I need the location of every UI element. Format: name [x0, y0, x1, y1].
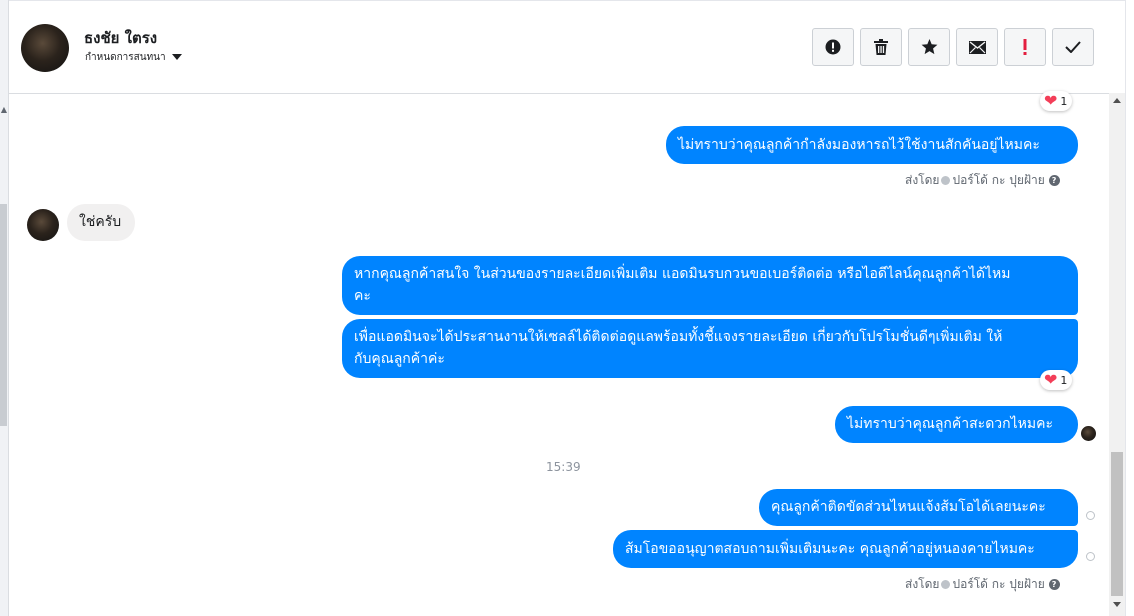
sent-by-line: ส่งโดย ปอร์โด้ กะ ปุยฝ้าย ?	[905, 575, 1060, 594]
assign-conversation-dropdown[interactable]: กำหนดการสนทนา	[85, 50, 182, 65]
contact-avatar-small[interactable]	[27, 209, 59, 241]
incoming-message[interactable]: ใช่ครับ	[67, 204, 135, 241]
delivered-status-icon	[1086, 552, 1095, 561]
trash-icon	[874, 39, 888, 55]
contact-name[interactable]: ธงชัย ใตรง	[84, 26, 157, 50]
message-text: ใช่ครับ	[79, 214, 122, 230]
mail-icon	[968, 40, 986, 54]
mark-important-button[interactable]	[812, 28, 854, 66]
message-text-line: หากคุณลูกค้าสนใจ ในส่วนของรายละเอียดเพิ่…	[354, 266, 1011, 282]
reaction-count: 1	[1060, 373, 1068, 387]
message-text: ส้มโอขออนุญาตสอบถามเพิ่มเติมนะคะ คุณลูกค…	[625, 541, 1035, 557]
delivered-status-icon	[1086, 511, 1095, 520]
sent-by-line: ส่งโดย ปอร์โด้ กะ ปุยฝ้าย ?	[905, 171, 1060, 190]
outgoing-message[interactable]: คุณลูกค้าติดขัดส่วนไหนแจ้งส้มโอได้เลยนะค…	[759, 489, 1078, 526]
checkmark-icon	[1065, 41, 1081, 53]
outgoing-message[interactable]: ส้มโอขออนุญาตสอบถามเพิ่มเติมนะคะ คุณลูกค…	[613, 530, 1078, 568]
message-text: ไม่ทราบว่าคุณลูกค้ากำลังมองหารถไว้ใช้งาน…	[678, 137, 1040, 153]
outgoing-message[interactable]: ไม่ทราบว่าคุณลูกค้ากำลังมองหารถไว้ใช้งาน…	[666, 126, 1078, 164]
exclamation-icon	[1023, 39, 1027, 55]
heart-icon: ❤	[1044, 370, 1058, 389]
seen-avatar	[1081, 426, 1096, 441]
reaction-count: 1	[1060, 94, 1068, 108]
right-panel-edge	[1125, 0, 1134, 616]
delete-button[interactable]	[860, 28, 902, 66]
alert-icon	[825, 39, 841, 55]
mark-done-button[interactable]	[1052, 28, 1094, 66]
time-separator: 15:39	[546, 460, 581, 474]
help-icon[interactable]: ?	[1048, 579, 1060, 590]
star-button[interactable]	[908, 28, 950, 66]
sender-name[interactable]: ปอร์โด้ กะ ปุยฝ้าย	[952, 173, 1044, 187]
outgoing-message[interactable]: ไม่ทราบว่าคุณลูกค้าสะดวกไหมคะ	[835, 406, 1078, 443]
mark-unread-button[interactable]	[956, 28, 998, 66]
reaction-badge[interactable]: ❤ 1	[1040, 91, 1073, 111]
help-icon[interactable]: ?	[1048, 175, 1060, 186]
reaction-badge[interactable]: ❤ 1	[1040, 370, 1073, 390]
left-scroll-up-icon[interactable]: ▲	[0, 106, 8, 114]
sent-by-label: ส่งโดย	[905, 577, 940, 591]
sender-name[interactable]: ปอร์โด้ กะ ปุยฝ้าย	[952, 577, 1044, 591]
outgoing-message[interactable]: เพื่อแอดมินจะได้ประสานงานให้เซลล์ได้ติดต…	[342, 319, 1078, 378]
contact-avatar[interactable]	[21, 24, 69, 72]
verified-icon	[941, 580, 951, 589]
message-text-line: กับคุณลูกค้าค่ะ	[354, 351, 445, 367]
scroll-down-arrow-icon[interactable]	[1113, 602, 1121, 607]
assign-conversation-label: กำหนดการสนทนา	[85, 52, 166, 63]
caret-down-icon	[171, 54, 182, 60]
sent-by-label: ส่งโดย	[905, 173, 940, 187]
message-text-line: คะ	[354, 288, 371, 304]
mark-spam-button[interactable]	[1004, 28, 1046, 66]
verified-icon	[941, 176, 951, 185]
outgoing-message[interactable]: หากคุณลูกค้าสนใจ ในส่วนของรายละเอียดเพิ่…	[342, 256, 1078, 315]
message-scrollbar-thumb[interactable]	[1111, 452, 1123, 596]
message-text-line: เพื่อแอดมินจะได้ประสานงานให้เซลล์ได้ติดต…	[354, 329, 1003, 345]
left-scrollbar-thumb[interactable]	[0, 204, 7, 426]
message-text: คุณลูกค้าติดขัดส่วนไหนแจ้งส้มโอได้เลยนะค…	[771, 499, 1046, 515]
heart-icon: ❤	[1044, 91, 1058, 110]
message-text: ไม่ทราบว่าคุณลูกค้าสะดวกไหมคะ	[847, 416, 1054, 432]
star-icon	[921, 39, 937, 55]
scroll-up-arrow-icon[interactable]	[1113, 98, 1121, 103]
